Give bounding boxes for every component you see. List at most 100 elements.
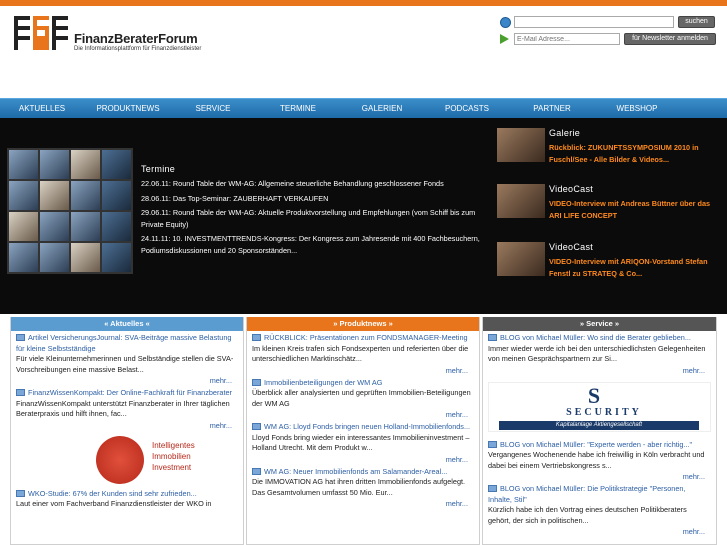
list-item: FinanzWissenKompakt: Der Online-Fachkraf… <box>11 386 243 431</box>
videocast-thumbnail[interactable] <box>497 242 545 276</box>
security-logo-icon: S <box>587 382 601 408</box>
column-aktuelles: « Aktuelles « Artikel VersicherungsJourn… <box>10 317 244 545</box>
galerie-title: Galerie <box>549 128 581 138</box>
videocast-title: VideoCast <box>549 184 594 194</box>
more-link[interactable]: mehr... <box>488 471 711 482</box>
item-title[interactable]: RÜCKBLICK: Präsentationen zum FONDSMANAG… <box>252 333 474 344</box>
item-title[interactable]: BLOG von Michael Müller: Die Politikstra… <box>488 484 711 505</box>
item-body: Kürzlich habe ich den Vortrag eines deut… <box>488 505 687 525</box>
item-body: Vergangenes Wochenende habe ich freiwill… <box>488 450 705 470</box>
more-link[interactable]: mehr... <box>16 375 238 386</box>
videocast-link[interactable]: VIDEO-Interview mit Andreas Büttner über… <box>549 198 719 222</box>
more-link[interactable]: mehr... <box>252 409 474 420</box>
nav-item-galerien[interactable]: GALERIEN <box>352 99 412 119</box>
more-link[interactable]: mehr... <box>488 365 711 376</box>
article-icon <box>16 389 25 396</box>
seal-icon <box>96 435 144 484</box>
column-header[interactable]: » Produktnews » <box>247 317 479 331</box>
blog-icon <box>488 334 497 341</box>
nav-item-termine[interactable]: TERMINE <box>268 99 328 119</box>
nav-item-produktnews[interactable]: PRODUKTNEWS <box>88 99 168 119</box>
item-title[interactable]: BLOG von Michael Müller: Wo sind die Ber… <box>488 333 711 344</box>
item-title[interactable]: WM AG: Lloyd Fonds bringen neuen Holland… <box>252 422 474 433</box>
termine-title: Termine <box>141 164 176 174</box>
list-item: BLOG von Michael Müller: "Experte werden… <box>483 438 716 483</box>
item-title[interactable]: WKO-Studie: 67% der Kunden sind sehr zuf… <box>16 489 238 500</box>
item-title[interactable]: WM AG: Neuer Immobilienfonds am Salamand… <box>252 467 474 478</box>
item-body: Für viele Kleinunternehmerinnen und Selb… <box>16 354 234 374</box>
item-body: Im kleinen Kreis trafen sich Fondsexpert… <box>252 343 469 364</box>
item-body: Immer wieder werde ich bei den unterschi… <box>488 343 706 364</box>
article-icon <box>252 423 261 430</box>
galerie-thumbnail[interactable] <box>497 128 545 162</box>
more-link[interactable]: mehr... <box>16 420 238 431</box>
item-body: Laut einer vom Fachverband Finanzdienstl… <box>16 499 212 508</box>
column-header[interactable]: « Aktuelles « <box>11 317 243 331</box>
article-icon <box>252 334 261 341</box>
column-produktnews: » Produktnews » RÜCKBLICK: Präsentatione… <box>246 317 480 545</box>
galerie-link[interactable]: Rückblick: ZUKUNFTSSYMPOSIUM 2010 in Fus… <box>549 142 719 166</box>
termine-item[interactable]: 22.06.11: Round Table der WM-AG: Allgeme… <box>141 178 491 190</box>
galerie-block[interactable]: Galerie Rückblick: ZUKUNFTSSYMPOSIUM 201… <box>497 120 719 170</box>
termine-item[interactable]: 29.06.11: Round Table der WM-AG: Aktuell… <box>141 207 491 230</box>
list-item: Immobilienbeteiligungen der WM AG Überbl… <box>247 376 479 421</box>
item-body: FinanzWissenKompakt unterstützt Finanzbe… <box>16 398 230 419</box>
email-field[interactable] <box>514 33 620 45</box>
nav-item-aktuelles[interactable]: AKTUELLES <box>8 99 76 119</box>
ad-name: SECURITY <box>566 406 642 418</box>
termine-item[interactable]: 28.06.11: Das Top-Seminar: ZAUBERHAFT VE… <box>141 193 491 205</box>
videocast-thumbnail[interactable] <box>497 184 545 218</box>
blog-icon <box>488 440 497 448</box>
item-title[interactable]: Immobilienbeteiligungen der WM AG <box>252 378 474 389</box>
search-input[interactable] <box>514 16 674 28</box>
people-collage-image <box>7 148 133 274</box>
blog-icon <box>488 485 497 492</box>
banner: Termine 22.06.11: Round Table der WM-AG:… <box>0 118 727 314</box>
logo-tagline: Die Informationsplattform für Finanzdien… <box>74 46 202 52</box>
ad-text: Intelligentes Immobilien Investment <box>152 440 195 472</box>
videocast-block[interactable]: VideoCast VIDEO-Interview mit ARIQON-Vor… <box>497 234 719 284</box>
logo-name[interactable]: FinanzBeraterForum <box>74 31 198 46</box>
item-title[interactable]: BLOG von Michael Müller: "Experte werden… <box>488 440 711 451</box>
newsletter-button[interactable]: für Newsletter anmelden <box>624 33 716 45</box>
videocast-link[interactable]: VIDEO-Interview mit ARIQON-Vorstand Stef… <box>549 256 719 280</box>
header: FinanzBeraterForum Die Informationsplatt… <box>0 6 727 98</box>
nav-item-service[interactable]: SERVICE <box>183 99 243 119</box>
article-icon <box>16 334 25 341</box>
nav-item-webshop[interactable]: WEBSHOP <box>607 99 667 119</box>
nav-item-partner[interactable]: PARTNER <box>522 99 582 119</box>
list-item: WM AG: Neuer Immobilienfonds am Salamand… <box>247 465 479 510</box>
list-item: BLOG von Michael Müller: Die Politikstra… <box>483 482 716 537</box>
termine-item[interactable]: 24.11.11: 10. INVESTMENTTRENDS-Kongress:… <box>141 233 491 256</box>
iii-ad-banner[interactable]: Intelligentes Immobilien Investment <box>16 433 238 484</box>
article-icon <box>252 467 261 475</box>
column-service: » Service » BLOG von Michael Müller: Wo … <box>482 317 717 545</box>
list-item: RÜCKBLICK: Präsentationen zum FONDSMANAG… <box>247 331 479 376</box>
logo-icon[interactable] <box>14 16 68 50</box>
more-link[interactable]: mehr... <box>252 454 474 465</box>
item-title[interactable]: FinanzWissenKompakt: Der Online-Fachkraf… <box>16 388 238 399</box>
nav-item-podcasts[interactable]: PODCASTS <box>435 99 499 119</box>
column-header[interactable]: » Service » <box>483 317 716 331</box>
more-link[interactable]: mehr... <box>252 365 474 376</box>
item-body: Lloyd Fonds bring wieder ein interessant… <box>252 432 470 453</box>
more-link[interactable]: mehr... <box>488 526 711 537</box>
article-icon <box>252 378 261 386</box>
article-icon <box>16 489 25 497</box>
item-body: Die IMMOVATION AG hat ihren dritten Immo… <box>252 477 466 497</box>
item-body: Überblick aller analysierten und geprüft… <box>252 388 471 408</box>
item-title[interactable]: Artikel VersicherungsJournal: SVA-Beiträ… <box>16 333 238 354</box>
arrow-right-icon <box>500 34 509 44</box>
more-link[interactable]: mehr... <box>252 498 474 509</box>
list-item: BLOG von Michael Müller: Wo sind die Ber… <box>483 331 716 376</box>
search-row: suchen <box>500 16 720 30</box>
news-columns: « Aktuelles « Artikel VersicherungsJourn… <box>10 317 717 545</box>
list-item: WKO-Studie: 67% der Kunden sind sehr zuf… <box>11 487 243 510</box>
security-ad-banner[interactable]: S SECURITY Kapitalanlage Aktiengesellsch… <box>488 381 711 432</box>
videocast-block[interactable]: VideoCast VIDEO-Interview mit Andreas Bü… <box>497 176 719 226</box>
termine-list: 22.06.11: Round Table der WM-AG: Allgeme… <box>141 178 491 259</box>
newsletter-row: für Newsletter anmelden <box>500 33 720 47</box>
search-button[interactable]: suchen <box>678 16 715 28</box>
videocast-title: VideoCast <box>549 242 594 252</box>
ad-subtitle: Kapitalanlage Aktiengesellschaft <box>499 420 699 430</box>
